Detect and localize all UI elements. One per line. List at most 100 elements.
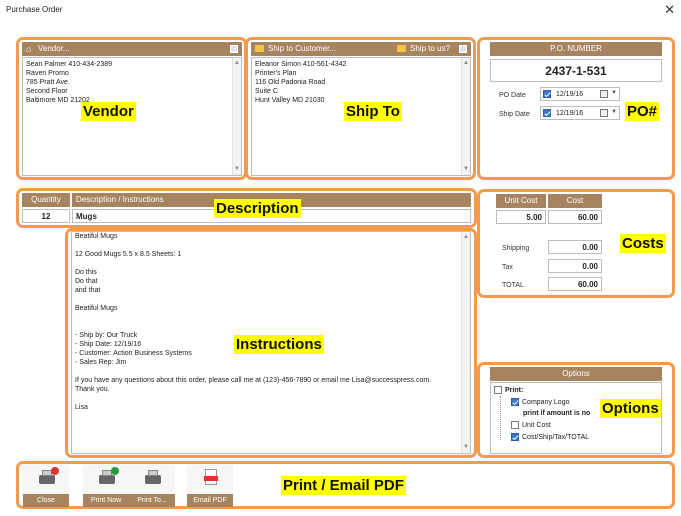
ship-date-label: Ship Date: [499, 111, 530, 118]
instructions-panel: Beatiful Mugs 12 Good Mugs 5.5 x 8.5 She…: [65, 228, 477, 458]
po-date-value: 12/19/16: [555, 91, 584, 98]
toolbar-tag: Print / Email PDF: [281, 476, 406, 495]
instructions-tag: Instructions: [234, 335, 324, 354]
vendor-scrollbar[interactable]: ▲ ▼: [232, 58, 241, 175]
options-panel: Options Print: Company Logo print if amo…: [477, 362, 675, 458]
printer-close-icon: [38, 467, 59, 487]
cost-ship-tax-checkbox[interactable]: [511, 433, 519, 442]
instruction-line: Thank you.: [75, 386, 110, 393]
shipto-scrollbar[interactable]: ▲ ▼: [461, 58, 470, 175]
shipto-address-line: Suite C: [255, 88, 278, 95]
vendor-panel: ⌂ Vendor... Sean Palmer 410-434-2389 Rave…: [16, 37, 247, 180]
cost-field[interactable]: 60.00: [548, 210, 602, 224]
ship-date-value: 12/19/16: [555, 110, 584, 117]
instruction-line: [75, 241, 467, 250]
email-pdf-button[interactable]: Email PDF: [187, 465, 233, 507]
vendor-copy-icon[interactable]: [230, 45, 238, 53]
chevron-down-icon[interactable]: ▼: [611, 89, 617, 98]
total-label: TOTAL: [502, 282, 524, 289]
pdf-icon: [202, 469, 220, 487]
vendor-tag: Vendor: [81, 102, 136, 121]
options-tag: Options: [600, 399, 661, 418]
title-bar: Purchase Order ✕: [0, 0, 681, 20]
po-header: P.O. NUMBER: [490, 42, 662, 56]
ship-to-us-button[interactable]: Ship to us?: [410, 42, 450, 56]
instruction-line: 12 Good Mugs 5.5 x 8.5 Sheets: 1: [75, 251, 182, 258]
unit-cost-field[interactable]: 5.00: [496, 210, 546, 224]
shipping-label: Shipping: [502, 245, 530, 252]
instruction-line: - Sales Rep: Jim: [75, 359, 127, 366]
instruction-line: Do this: [75, 269, 97, 276]
quantity-field[interactable]: 12: [22, 209, 70, 223]
po-date-field[interactable]: 12/19/16 ▼: [540, 87, 620, 101]
shipto-header[interactable]: Ship to Customer... Ship to us?: [251, 42, 471, 56]
window-title: Purchase Order: [6, 5, 63, 14]
close-button[interactable]: Close: [23, 465, 69, 507]
print-now-button[interactable]: Print Now: [83, 465, 129, 507]
instruction-line: [75, 367, 467, 376]
po-panel: P.O. NUMBER 2437-1-531 PO Date 12/19/16 …: [477, 37, 675, 180]
instructions-scrollbar[interactable]: ▲ ▼: [461, 232, 470, 453]
tax-field[interactable]: 0.00: [548, 259, 602, 273]
print-now-label: Print Now: [83, 494, 129, 507]
shipto-address-line: Printer's Plan: [255, 70, 297, 77]
print-if-amount-label: print if amount is no: [523, 410, 591, 417]
shipto-header-label: Ship to Customer...: [268, 44, 337, 53]
options-tree[interactable]: Print: Company Logo print if amount is n…: [490, 382, 662, 454]
printer-icon: [144, 469, 162, 487]
print-to-label: Print To...: [129, 494, 175, 507]
tree-line: [500, 396, 501, 440]
company-logo-label: Company Logo: [522, 399, 570, 406]
instruction-line: [75, 295, 467, 304]
total-field: 60.00: [548, 277, 602, 291]
print-label: Print:: [505, 387, 524, 394]
vendor-address-line: Sean Palmer 410-434-2389: [26, 61, 113, 68]
calendar-icon[interactable]: [600, 109, 608, 117]
shipto-copy-icon[interactable]: [459, 45, 467, 53]
unit-cost-checkbox[interactable]: [511, 421, 519, 430]
chevron-down-icon[interactable]: ▼: [611, 108, 617, 117]
shipto-address-line: Eleanor Simon 410-561-4342: [255, 61, 347, 68]
email-pdf-label: Email PDF: [187, 494, 233, 507]
po-date-checkbox[interactable]: [543, 90, 551, 99]
instruction-line: [75, 394, 467, 403]
instruction-line: Lisa: [75, 404, 88, 411]
print-checkbox[interactable]: [494, 386, 502, 395]
po-number[interactable]: 2437-1-531: [490, 59, 662, 82]
ship-date-field[interactable]: 12/19/16 ▼: [540, 106, 620, 120]
instruction-line: Beatiful Mugs: [75, 305, 118, 312]
instruction-line: and that: [75, 287, 101, 294]
printer-check-icon: [98, 467, 119, 487]
vendor-header[interactable]: ⌂ Vendor...: [22, 42, 242, 56]
shipping-field[interactable]: 0.00: [548, 240, 602, 254]
description-tag: Description: [214, 199, 301, 218]
shipto-tag: Ship To: [344, 102, 402, 121]
vendor-address-line: 785 Pratt Ave.: [26, 79, 70, 86]
instruction-line: Do that: [75, 278, 98, 285]
instruction-line: If you have any questions about this ord…: [75, 377, 432, 384]
company-logo-checkbox[interactable]: [511, 398, 519, 407]
po-date-label: PO Date: [499, 92, 526, 99]
close-icon[interactable]: ✕: [664, 2, 675, 18]
tax-label: Tax: [502, 264, 513, 271]
description-panel: Quantity Description / Instructions 12 M…: [16, 188, 477, 228]
cost-header: Cost: [548, 194, 602, 208]
vendor-address-line: Second Floor: [26, 88, 68, 95]
print-to-button[interactable]: Print To...: [129, 465, 175, 507]
options-header: Options: [490, 367, 662, 381]
quantity-header: Quantity: [22, 193, 70, 207]
instruction-line: [75, 322, 467, 331]
calendar-icon[interactable]: [600, 90, 608, 98]
vendor-header-label: Vendor...: [38, 44, 70, 53]
cost-ship-tax-label: Cost/Ship/Tax/TOTAL: [522, 434, 590, 441]
po-tag: PO#: [625, 102, 660, 121]
instruction-line: Beatiful Mugs: [75, 233, 118, 240]
costs-panel: Unit Cost Cost 5.00 60.00 Shipping 0.00 …: [477, 189, 675, 298]
unit-cost-option-label: Unit Cost: [522, 422, 551, 429]
ship-date-checkbox[interactable]: [543, 109, 551, 118]
toolbar-panel: Close Print Now Print To... Email PDF Pr…: [16, 461, 675, 509]
ship-to-us-truck-icon: [397, 45, 406, 52]
costs-tag: Costs: [620, 234, 666, 253]
instruction-line: [75, 259, 467, 268]
shipto-panel: Ship to Customer... Ship to us? Eleanor …: [245, 37, 476, 180]
